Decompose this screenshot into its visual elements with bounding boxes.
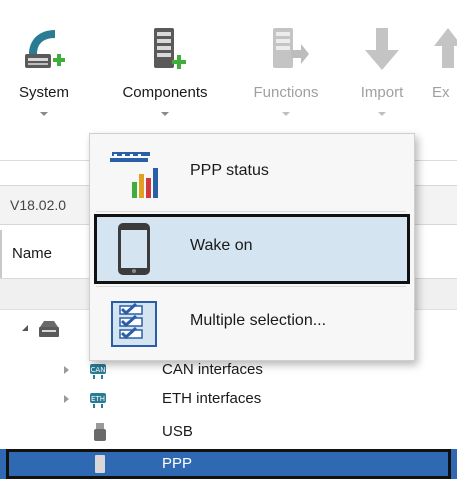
menu-label: Wake on	[190, 237, 253, 254]
menu-divider	[96, 211, 406, 212]
components-add-icon	[154, 28, 186, 69]
menu-item-ppp-status[interactable]: PPP status	[94, 139, 410, 209]
menu-item-wake-on[interactable]: Wake on	[94, 214, 410, 284]
system-button[interactable]: System	[8, 0, 80, 160]
usb-icon	[94, 423, 106, 441]
expand-arrow-icon[interactable]	[22, 325, 28, 331]
tree-label: USB	[162, 423, 193, 440]
components-label: Components	[122, 84, 208, 101]
tree-row-usb[interactable]: USB	[0, 417, 457, 447]
tree-row-eth-interfaces[interactable]: ETH ETH interfaces	[0, 384, 457, 414]
menu-label: PPP status	[190, 162, 269, 179]
export-icon	[434, 28, 457, 68]
svg-text:CAN: CAN	[91, 366, 106, 374]
functions-icon	[273, 28, 309, 68]
tree-label: ETH interfaces	[162, 390, 262, 407]
svg-text:ETH: ETH	[91, 395, 105, 403]
tree-row-ppp[interactable]: PPP	[0, 449, 457, 479]
tree-label: PPP	[162, 455, 193, 472]
checklist-icon	[111, 301, 157, 347]
device-icon	[39, 321, 59, 337]
chevron-down-icon	[161, 112, 169, 116]
column-divider	[0, 230, 2, 278]
components-dropdown-menu: PPP status Wake on Multiple selection...	[89, 133, 415, 361]
tablet-icon	[118, 223, 150, 275]
eth-icon: ETH	[90, 393, 106, 408]
chevron-down-icon	[40, 112, 48, 116]
import-label: Import	[360, 84, 404, 101]
column-header-name[interactable]: Name	[12, 245, 52, 262]
menu-item-multiple-selection[interactable]: Multiple selection...	[94, 289, 410, 359]
can-icon: CAN	[90, 364, 106, 379]
ppp-status-chart-icon	[110, 152, 158, 198]
version-text: V18.02.0	[10, 197, 67, 213]
expand-arrow-icon[interactable]	[64, 395, 69, 403]
export-label: Ex	[432, 84, 450, 101]
chevron-down-icon	[282, 112, 290, 116]
export-button[interactable]: Ex	[428, 0, 457, 160]
tree-label: CAN interfaces	[162, 361, 263, 378]
ppp-icon	[95, 455, 105, 473]
chevron-down-icon	[378, 112, 386, 116]
import-icon	[365, 28, 399, 70]
menu-divider	[96, 286, 406, 287]
menu-label: Multiple selection...	[190, 312, 327, 329]
system-add-icon	[25, 30, 65, 68]
expand-arrow-icon[interactable]	[64, 366, 69, 374]
system-label: System	[18, 84, 69, 101]
functions-label: Functions	[253, 84, 319, 101]
